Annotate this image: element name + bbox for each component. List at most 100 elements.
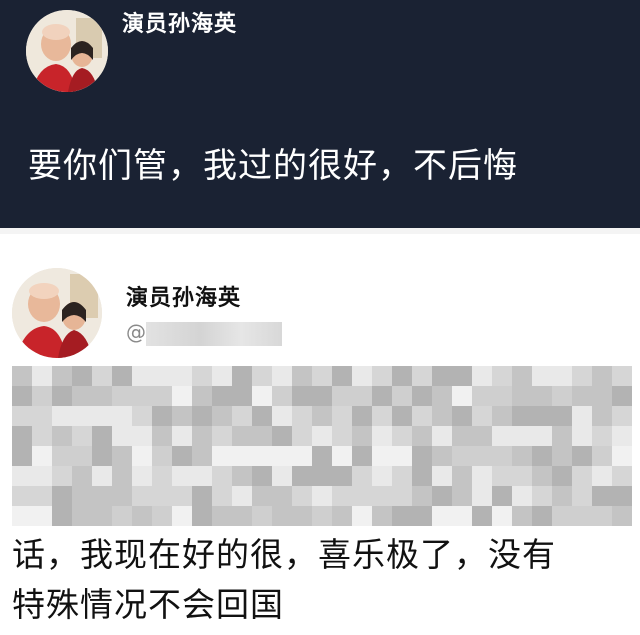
mosaic-block <box>32 486 52 506</box>
mosaic-block <box>392 426 412 446</box>
mosaic-block <box>312 506 332 526</box>
mosaic-block <box>532 366 552 386</box>
user-handle[interactable]: @ <box>126 320 146 344</box>
mosaic-block <box>192 486 212 506</box>
mosaic-block <box>412 426 432 446</box>
mosaic-block <box>312 466 332 486</box>
mosaic-block <box>252 486 272 506</box>
mosaic-block <box>32 506 52 526</box>
mosaic-block <box>172 426 192 446</box>
mosaic-block <box>592 406 612 426</box>
mosaic-block <box>152 466 172 486</box>
avatar[interactable] <box>12 268 102 358</box>
mosaic-block <box>292 466 312 486</box>
mosaic-block <box>12 426 32 446</box>
mosaic-block <box>32 446 52 466</box>
mosaic-block <box>232 406 252 426</box>
mosaic-block <box>172 366 192 386</box>
mosaic-block <box>372 506 392 526</box>
mosaic-block <box>292 386 312 406</box>
mosaic-block <box>332 486 352 506</box>
mosaic-block <box>212 446 232 466</box>
mosaic-block <box>472 426 492 446</box>
mosaic-block <box>492 366 512 386</box>
mosaic-block <box>112 426 132 446</box>
mosaic-block <box>212 366 232 386</box>
mosaic-block <box>552 406 572 426</box>
dark-post-card: 演员孙海英 要你们管，我过的很好，不后悔 <box>0 0 640 228</box>
mosaic-block <box>472 366 492 386</box>
mosaic-block <box>572 486 592 506</box>
mosaic-block <box>332 406 352 426</box>
mosaic-block <box>12 486 32 506</box>
mosaic-block <box>612 486 632 506</box>
mosaic-block <box>232 466 252 486</box>
mosaic-block <box>272 426 292 446</box>
mosaic-block <box>352 406 372 426</box>
mosaic-block <box>252 406 272 426</box>
mosaic-block <box>212 506 232 526</box>
mosaic-block <box>72 426 92 446</box>
mosaic-block <box>32 426 52 446</box>
mosaic-block <box>572 366 592 386</box>
mosaic-block <box>312 386 332 406</box>
mosaic-block <box>92 486 112 506</box>
mosaic-block <box>292 446 312 466</box>
mosaic-block <box>532 506 552 526</box>
mosaic-block <box>432 466 452 486</box>
mosaic-block <box>472 446 492 466</box>
mosaic-block <box>32 366 52 386</box>
mosaic-block <box>252 426 272 446</box>
mosaic-block <box>112 466 132 486</box>
mosaic-block <box>392 406 412 426</box>
mosaic-block <box>572 446 592 466</box>
mosaic-block <box>232 426 252 446</box>
mosaic-block <box>372 366 392 386</box>
mosaic-block <box>52 446 72 466</box>
mosaic-block <box>372 486 392 506</box>
mosaic-block <box>212 486 232 506</box>
mosaic-block <box>52 386 72 406</box>
mosaic-block <box>332 426 352 446</box>
mosaic-block <box>12 386 32 406</box>
avatar[interactable] <box>26 10 108 92</box>
mosaic-block <box>72 466 92 486</box>
mosaic-block <box>132 406 152 426</box>
mosaic-block <box>352 426 372 446</box>
mosaic-block <box>52 486 72 506</box>
mosaic-block <box>292 506 312 526</box>
mosaic-block <box>72 366 92 386</box>
mosaic-block <box>212 426 232 446</box>
mosaic-block <box>252 506 272 526</box>
author-name[interactable]: 演员孙海英 <box>126 280 241 312</box>
mosaic-block <box>12 406 32 426</box>
mosaic-block <box>552 506 572 526</box>
mosaic-block <box>492 466 512 486</box>
mosaic-block <box>12 466 32 486</box>
mosaic-block <box>372 466 392 486</box>
mosaic-block <box>612 506 632 526</box>
mosaic-block <box>332 386 352 406</box>
mosaic-block <box>592 486 612 506</box>
mosaic-block <box>132 386 152 406</box>
post-text: 要你们管，我过的很好，不后悔 <box>28 146 518 186</box>
mosaic-block <box>152 506 172 526</box>
mosaic-block <box>12 446 32 466</box>
mosaic-block <box>72 486 92 506</box>
mosaic-censored-text <box>12 366 632 526</box>
mosaic-block <box>252 466 272 486</box>
mosaic-block <box>272 386 292 406</box>
mosaic-block <box>32 466 52 486</box>
mosaic-block <box>452 386 472 406</box>
mosaic-block <box>172 406 192 426</box>
mosaic-block <box>532 486 552 506</box>
mosaic-block <box>152 386 172 406</box>
mosaic-block <box>552 446 572 466</box>
mosaic-block <box>232 486 252 506</box>
mosaic-block <box>592 386 612 406</box>
author-name[interactable]: 演员孙海英 <box>122 6 237 38</box>
divider <box>0 228 640 234</box>
mosaic-block <box>272 446 292 466</box>
mosaic-block <box>112 386 132 406</box>
mosaic-block <box>432 426 452 446</box>
